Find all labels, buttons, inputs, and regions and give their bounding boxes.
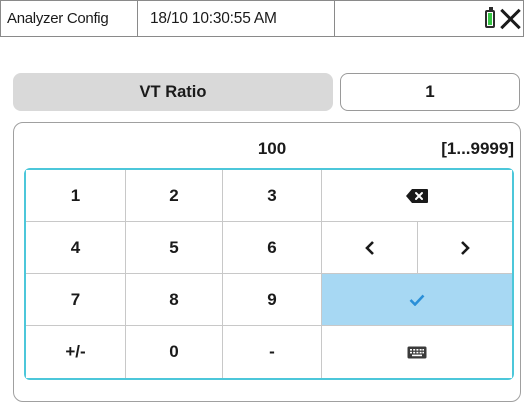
status-icons (335, 1, 523, 36)
backspace-icon (406, 188, 428, 203)
chevron-left-icon (364, 240, 374, 255)
parameter-label: VT Ratio (13, 73, 333, 111)
key-7[interactable]: 7 (26, 274, 126, 326)
key-4[interactable]: 4 (26, 222, 126, 274)
check-icon (409, 294, 425, 306)
parameter-value-field[interactable]: 1 (340, 73, 520, 111)
battery-level (488, 12, 492, 25)
status-bar: Analyzer Config 18/10 10:30:55 AM (0, 0, 524, 37)
key-6[interactable]: 6 (223, 222, 322, 274)
battery-icon (485, 6, 495, 28)
key-3[interactable]: 3 (223, 170, 322, 222)
minus-key[interactable]: - (223, 326, 322, 378)
keypad-grid: 1 2 3 4 5 6 7 8 9 +/- 0 - (24, 168, 514, 380)
entry-value: 100 (257, 139, 287, 158)
backspace-button[interactable] (322, 170, 512, 222)
key-2[interactable]: 2 (126, 170, 223, 222)
confirm-button[interactable] (322, 274, 512, 326)
keyboard-icon (407, 346, 427, 358)
key-9[interactable]: 9 (223, 274, 322, 326)
range-hint: [1...9999] (441, 139, 514, 158)
close-icon[interactable] (499, 8, 521, 30)
sign-toggle-button[interactable]: +/- (26, 326, 126, 378)
datetime-display: 18/10 10:30:55 AM (138, 1, 335, 36)
keyboard-toggle-button[interactable] (322, 326, 512, 378)
cursor-left-button[interactable] (322, 222, 418, 274)
key-1[interactable]: 1 (26, 170, 126, 222)
app-title: Analyzer Config (1, 1, 138, 36)
key-0[interactable]: 0 (126, 326, 223, 378)
chevron-right-icon (461, 240, 470, 255)
key-8[interactable]: 8 (126, 274, 223, 326)
key-5[interactable]: 5 (126, 222, 223, 274)
cursor-right-button[interactable] (418, 222, 512, 274)
